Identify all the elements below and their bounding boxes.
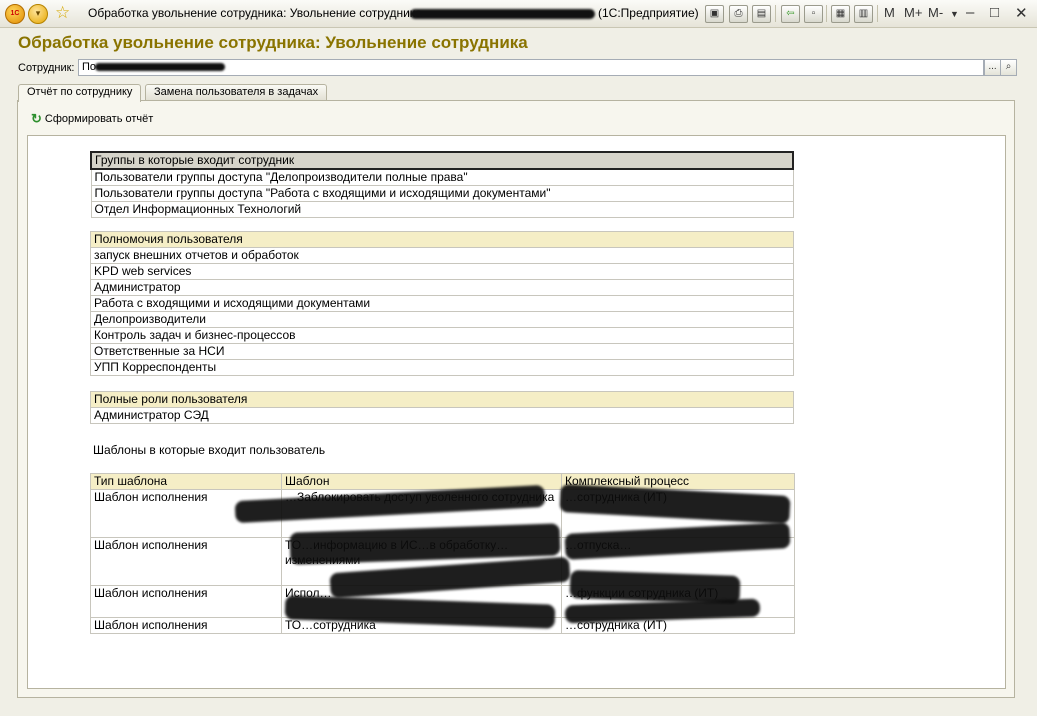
table-row: Пользователи группы доступа "Делопроизво…	[90, 168, 794, 186]
close-button[interactable]: ✕	[1015, 4, 1028, 22]
redacted-employee-name	[95, 63, 225, 71]
table-row: запуск внешних отчетов и обработок	[90, 247, 794, 264]
preview-icon[interactable]: ▤	[752, 5, 771, 23]
employee-label: Сотрудник:	[18, 62, 75, 74]
table-row: Работа с входящими и исходящими документ…	[90, 295, 794, 312]
toolbar-separator	[775, 5, 776, 22]
main-menu-icon[interactable]: ▾	[28, 4, 48, 24]
table-cell[interactable]: Работа с входящими и исходящими документ…	[90, 295, 794, 312]
table-cell[interactable]: Шаблон исполнения	[90, 585, 282, 618]
permissions-header[interactable]: Полномочия пользователя	[90, 231, 794, 248]
table-row: KPD web services	[90, 263, 794, 280]
templates-caption: Шаблоны в которые входит пользователь	[93, 443, 326, 457]
memory-mminus-button[interactable]: M-	[928, 5, 943, 20]
generate-report-button[interactable]: ↻ Сформировать отчёт	[31, 111, 153, 127]
table-cell[interactable]: Пользователи группы доступа "Делопроизво…	[90, 168, 794, 186]
groups-header[interactable]: Группы в которые входит сотрудник	[90, 151, 794, 170]
table-cell[interactable]: Администратор СЭД	[90, 407, 794, 424]
table-row: Пользователи группы доступа "Работа с вх…	[90, 185, 794, 202]
table-cell[interactable]: KPD web services	[90, 263, 794, 280]
employee-value: По	[82, 61, 97, 73]
calendar-icon[interactable]: ▥	[854, 5, 873, 23]
calculator-icon[interactable]: ▦	[831, 5, 850, 23]
memory-mplus-button[interactable]: M+	[904, 5, 922, 20]
tab-employee-report[interactable]: Отчёт по сотруднику	[18, 84, 142, 102]
table-row: Делопроизводители	[90, 311, 794, 328]
document-icon[interactable]: ▫	[804, 5, 823, 23]
form-title: Обработка увольнение сотрудника: Увольне…	[18, 33, 528, 52]
tab-replace-user[interactable]: Замена пользователя в задачах	[145, 84, 328, 101]
roles-table: Полные роли пользователя Администратор С…	[90, 391, 794, 424]
toolbar-dropdown-icon[interactable]: ▼	[950, 9, 959, 19]
maximize-button[interactable]: □	[990, 4, 999, 21]
table-cell[interactable]: Отдел Информационных Технологий	[90, 201, 794, 218]
table-cell[interactable]: Делопроизводители	[90, 311, 794, 328]
save-icon[interactable]: ▣	[705, 5, 724, 23]
favorites-star-icon[interactable]: ☆	[55, 3, 70, 23]
memory-m-button[interactable]: M	[884, 5, 895, 20]
table-cell[interactable]: Шаблон исполнения	[90, 617, 282, 634]
toolbar-separator	[826, 5, 827, 22]
table-cell[interactable]: Администратор	[90, 279, 794, 296]
redacted-title-part	[410, 9, 595, 19]
table-row: Ответственные за НСИ	[90, 343, 794, 360]
table-header-row: Полномочия пользователя	[90, 231, 794, 248]
toolbar-separator	[877, 5, 878, 22]
table-cell[interactable]: Пользователи группы доступа "Работа с вх…	[90, 185, 794, 202]
select-employee-button[interactable]: ...	[984, 59, 1001, 76]
groups-table: Группы в которые входит сотрудник Пользо…	[90, 151, 794, 218]
permissions-table: Полномочия пользователя запуск внешних о…	[90, 231, 794, 376]
table-cell[interactable]: Ответственные за НСИ	[90, 343, 794, 360]
table-row: Администратор СЭД	[90, 407, 794, 424]
table-header-row: Группы в которые входит сотрудник	[90, 151, 794, 170]
table-row: УПП Корреспонденты	[90, 359, 794, 376]
table-header-row: Полные роли пользователя	[90, 391, 794, 408]
table-header-row: Тип шаблона Шаблон Комплексный процесс	[90, 473, 795, 490]
table-cell[interactable]: запуск внешних отчетов и обработок	[90, 247, 794, 264]
window-titlebar: 1С ▾ ☆ Обработка увольнение сотрудника: …	[0, 0, 1037, 28]
redaction-scribble	[569, 570, 741, 604]
search-icon[interactable]: ⌕	[1000, 59, 1017, 76]
minimize-button[interactable]: –	[966, 4, 974, 21]
table-row: Отдел Информационных Технологий	[90, 201, 794, 218]
window-title-suffix: (1С:Предприятие)	[598, 6, 699, 20]
table-row: Администратор	[90, 279, 794, 296]
table-cell[interactable]: Контроль задач и бизнес-процессов	[90, 327, 794, 344]
app-logo-icon[interactable]: 1С	[5, 4, 25, 24]
print-icon[interactable]: ⎙	[729, 5, 748, 23]
column-header-type[interactable]: Тип шаблона	[90, 473, 282, 490]
window-title: Обработка увольнение сотрудника: Увольне…	[88, 6, 430, 20]
roles-header[interactable]: Полные роли пользователя	[90, 391, 794, 408]
table-cell[interactable]: УПП Корреспонденты	[90, 359, 794, 376]
table-cell[interactable]: Шаблон исполнения	[90, 537, 282, 586]
generate-report-label: Сформировать отчёт	[44, 113, 154, 125]
table-row: Контроль задач и бизнес-процессов	[90, 327, 794, 344]
refresh-icon: ↻	[31, 111, 42, 126]
back-icon[interactable]: ⇦	[781, 5, 800, 23]
